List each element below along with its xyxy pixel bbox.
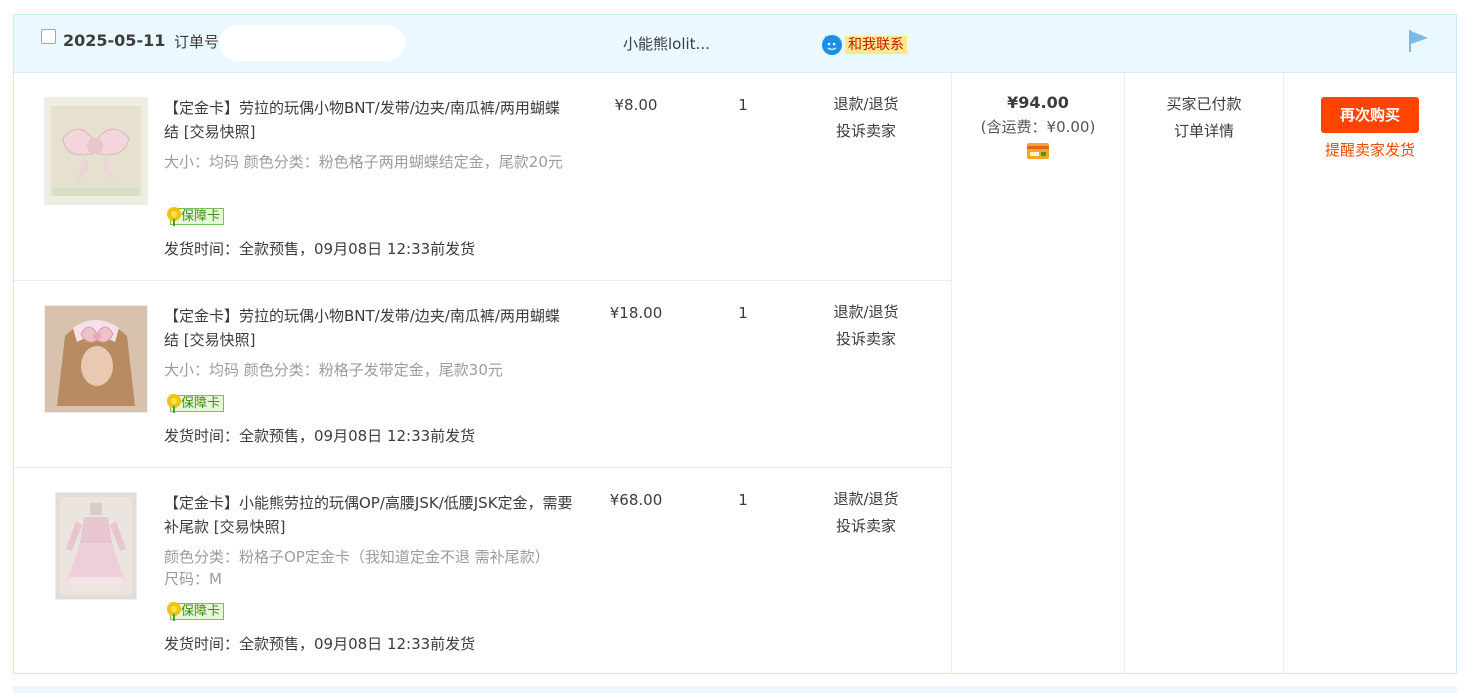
product-title-link[interactable]: 【定金卡】劳拉的玩偶小物BNT/发带/边夹/南瓜裤/两用蝴蝶结 [交易快照] [164, 96, 574, 144]
order-status-column: 买家已付款 订单详情 [1125, 73, 1283, 145]
order-detail-link[interactable]: 订单详情 [1125, 118, 1283, 145]
item-service: 退款/退货 投诉卖家 [814, 299, 918, 353]
column-divider [1124, 73, 1125, 673]
product-spec: 大小：均码 颜色分类：粉格子发带定金，尾款30元 [164, 361, 503, 379]
complain-link[interactable]: 投诉卖家 [814, 326, 918, 353]
product-title-link[interactable]: 【定金卡】劳拉的玩偶小物BNT/发带/边夹/南瓜裤/两用蝴蝶结 [交易快照] [164, 304, 574, 352]
order-number-redacted [219, 25, 405, 61]
trade-snapshot-link[interactable]: [交易快照] [214, 518, 286, 536]
item-service: 退款/退货 投诉卖家 [814, 486, 918, 540]
order-card: 2025-05-11 订单号 小能熊lolit... 和我联系 【定金卡】劳拉的… [13, 14, 1457, 674]
trade-snapshot-link[interactable]: [交易快照] [184, 123, 256, 141]
refund-link[interactable]: 退款/退货 [814, 91, 918, 118]
order-total: ¥94.00 [1007, 93, 1069, 112]
select-order-checkbox[interactable] [41, 29, 56, 44]
item-quantity: 1 [738, 96, 748, 114]
flower-icon [167, 207, 181, 226]
order-item-row: 【定金卡】劳拉的玩偶小物BNT/发带/边夹/南瓜裤/两用蝴蝶结 [交易快照] 大… [14, 73, 951, 281]
order-action-column: 再次购买 提醒卖家发货 [1284, 73, 1456, 160]
trade-snapshot-link[interactable]: [交易快照] [184, 331, 256, 349]
rebuy-button[interactable]: 再次购买 [1321, 97, 1419, 133]
product-thumbnail[interactable] [44, 305, 148, 413]
product-thumbnail[interactable] [44, 97, 148, 205]
order-header: 2025-05-11 订单号 小能熊lolit... 和我联系 [14, 15, 1456, 73]
shop-name-link[interactable]: 小能熊lolit... [623, 33, 710, 54]
ship-time: 发货时间：全款预售，09月08日 12:33前发货 [164, 635, 476, 653]
column-divider [951, 73, 952, 673]
chat-bubble-icon [822, 35, 842, 55]
item-price: ¥18.00 [609, 304, 663, 322]
item-quantity: 1 [738, 491, 748, 509]
next-order-header-strip [13, 686, 1457, 693]
order-item-row: 【定金卡】小能熊劳拉的玩偶OP/高腰JSK/低腰JSK定金，需要补尾款 [交易快… [14, 468, 951, 675]
item-price: ¥68.00 [609, 491, 663, 509]
flower-icon [167, 602, 181, 621]
column-divider [1283, 73, 1284, 673]
ship-time: 发货时间：全款预售，09月08日 12:33前发货 [164, 427, 476, 445]
flower-icon [167, 394, 181, 413]
remind-seller-ship-link[interactable]: 提醒卖家发货 [1284, 139, 1456, 160]
item-service: 退款/退货 投诉卖家 [814, 91, 918, 145]
contact-seller-label: 和我联系 [845, 36, 907, 54]
ship-time: 发货时间：全款预售，09月08日 12:33前发货 [164, 240, 476, 258]
refund-link[interactable]: 退款/退货 [814, 486, 918, 513]
refund-link[interactable]: 退款/退货 [814, 299, 918, 326]
product-spec: 大小：均码 颜色分类：粉色格子两用蝴蝶结定金，尾款20元 [164, 153, 563, 171]
flag-icon[interactable] [1406, 28, 1430, 54]
complain-link[interactable]: 投诉卖家 [814, 513, 918, 540]
product-thumbnail[interactable] [55, 492, 137, 600]
item-price: ¥8.00 [614, 96, 658, 114]
complain-link[interactable]: 投诉卖家 [814, 118, 918, 145]
order-date: 2025-05-11 [63, 31, 166, 50]
product-spec: 颜色分类：粉格子OP定金卡（我知道定金不退 需补尾款） 尺码：M [164, 548, 550, 588]
order-total-column: ¥94.00 (含运费：¥0.00) [952, 73, 1124, 159]
item-quantity: 1 [738, 304, 748, 322]
credit-card-icon[interactable] [1027, 143, 1049, 159]
product-title-link[interactable]: 【定金卡】小能熊劳拉的玩偶OP/高腰JSK/低腰JSK定金，需要补尾款 [交易快… [164, 491, 574, 539]
order-status: 买家已付款 [1166, 95, 1242, 113]
order-item-row: 【定金卡】劳拉的玩偶小物BNT/发带/边夹/南瓜裤/两用蝴蝶结 [交易快照] 大… [14, 281, 951, 468]
order-freight: (含运费：¥0.00) [980, 118, 1096, 136]
order-number-label: 订单号 [174, 33, 220, 51]
